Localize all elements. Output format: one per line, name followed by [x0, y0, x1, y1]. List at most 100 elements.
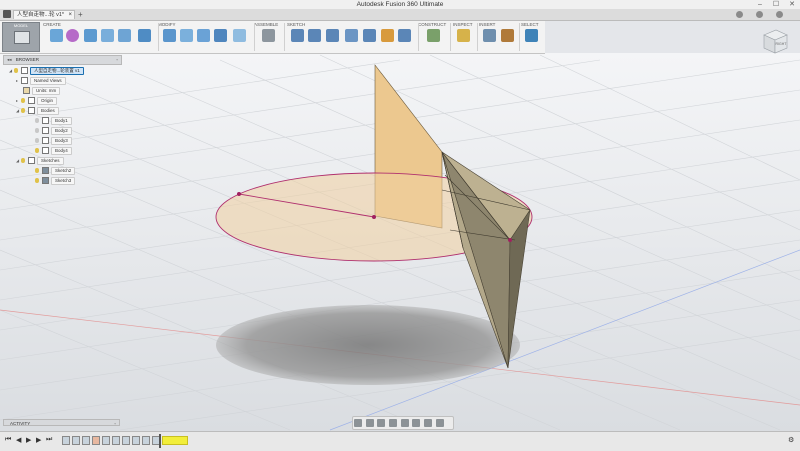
viewports-icon[interactable] [435, 419, 444, 427]
measure-icon[interactable] [457, 29, 470, 42]
joint-icon[interactable] [262, 29, 275, 42]
activity-panel-header[interactable]: ACTIVITY ▫ [3, 419, 120, 426]
browser-item-body1[interactable]: Body1 [35, 117, 72, 125]
chamfer-icon[interactable] [197, 29, 210, 42]
browser-item-sketch2[interactable]: Sketch2 [35, 167, 76, 175]
stop-sketch-icon[interactable] [398, 29, 411, 42]
sketch-dimension-icon[interactable] [381, 29, 394, 42]
viewcube[interactable]: RIGHT [760, 26, 790, 56]
arc-tool-icon[interactable] [308, 29, 321, 42]
orbit-icon[interactable] [354, 419, 362, 427]
browser-root-node[interactable]: ◢ 人型自走物...轮装置 v1 [9, 67, 84, 75]
shell-tool-icon[interactable] [138, 29, 151, 42]
timeline-feature[interactable] [132, 436, 140, 445]
browser-item-named-views[interactable]: ▸ Named Views [16, 77, 66, 85]
construct-plane-icon[interactable] [427, 29, 440, 42]
modify-group-label[interactable]: MODIFY [158, 22, 176, 28]
go-to-start-icon[interactable]: ⏮ [5, 436, 11, 444]
timeline-feature[interactable] [92, 436, 100, 445]
help-icon[interactable] [776, 11, 783, 18]
sketch-point[interactable] [508, 238, 512, 242]
press-pull-icon[interactable] [163, 29, 176, 42]
3d-canvas[interactable] [0, 0, 800, 450]
app-menu-icon[interactable] [3, 10, 11, 18]
step-back-icon[interactable]: ◀ [16, 436, 21, 444]
offset-tool-icon[interactable] [345, 29, 358, 42]
timeline-feature[interactable] [62, 436, 70, 445]
timeline-marker[interactable] [159, 434, 161, 448]
sketch-group-label[interactable]: SKETCH [287, 22, 305, 28]
pan-icon[interactable] [377, 419, 386, 427]
select-icon[interactable] [525, 29, 538, 42]
browser-panel-header[interactable]: ◂◂ BROWSER ▫ [3, 55, 122, 65]
maximize-button[interactable]: ☐ [768, 0, 784, 9]
user-account-icon[interactable] [756, 11, 763, 18]
visibility-bulb-icon[interactable] [21, 108, 25, 114]
browser-pin-icon[interactable]: ▫ [116, 56, 118, 64]
assemble-group-label[interactable]: ASSEMBLE [254, 22, 278, 28]
close-tab-icon[interactable]: × [68, 11, 72, 20]
visibility-bulb-icon[interactable] [21, 158, 25, 164]
browser-item-body4[interactable]: Body4 [35, 147, 72, 155]
go-to-end-icon[interactable]: ⏭ [46, 436, 52, 444]
create-group-label[interactable]: CREATE [43, 22, 61, 28]
browser-item-sketch3[interactable]: Sketch3 [35, 177, 76, 185]
play-icon[interactable]: ▶ [26, 436, 31, 444]
browser-item-origin[interactable]: ▸ Origin [16, 97, 58, 105]
timeline-feature[interactable] [122, 436, 130, 445]
insert-mcmaster-icon[interactable] [501, 29, 514, 42]
fillet-icon[interactable] [180, 29, 193, 42]
visibility-bulb-icon[interactable] [35, 178, 39, 184]
timeline-feature[interactable] [102, 436, 110, 445]
workspace-switcher[interactable]: MODEL [2, 22, 40, 52]
fit-icon[interactable] [400, 419, 409, 427]
visibility-bulb-icon[interactable] [35, 138, 39, 144]
visibility-bulb-icon[interactable] [35, 128, 39, 134]
browser-item-bodies[interactable]: ◢ Bodies [16, 107, 59, 115]
trim-tool-icon[interactable] [326, 29, 339, 42]
sphere-tool-icon[interactable] [66, 29, 79, 42]
sketch-tool-icon[interactable] [50, 29, 63, 42]
timeline-feature[interactable] [82, 436, 90, 445]
timeline-feature[interactable] [112, 436, 120, 445]
close-button[interactable]: ✕ [784, 0, 800, 9]
revolve-tool-icon[interactable] [101, 29, 114, 42]
visibility-bulb-icon[interactable] [35, 148, 39, 154]
activity-pin-icon[interactable]: ▫ [114, 420, 116, 427]
display-settings-icon[interactable] [412, 419, 421, 427]
move-icon[interactable] [214, 29, 227, 42]
select-group-label[interactable]: SELECT [521, 22, 539, 28]
timeline-selected-features[interactable] [162, 436, 188, 445]
timeline-feature[interactable] [142, 436, 150, 445]
notifications-icon[interactable] [736, 11, 743, 18]
browser-collapse-icon[interactable]: ◂◂ [4, 57, 12, 62]
timeline-settings-icon[interactable]: ⚙ [788, 436, 794, 444]
browser-item-body3[interactable]: Body3 [35, 137, 72, 145]
browser-item-body2[interactable]: Body2 [35, 127, 72, 135]
new-tab-button[interactable]: + [78, 9, 83, 20]
visibility-bulb-icon[interactable] [14, 68, 18, 74]
center-point[interactable] [372, 215, 376, 219]
spline-tool-icon[interactable] [363, 29, 376, 42]
timeline-feature[interactable] [72, 436, 80, 445]
step-forward-icon[interactable]: ▶ [36, 436, 41, 444]
insert-image-icon[interactable] [483, 29, 496, 42]
construct-group-label[interactable]: CONSTRUCT [418, 22, 446, 28]
grid-settings-icon[interactable] [424, 419, 433, 427]
extrude-tool-icon[interactable] [84, 29, 97, 42]
zoom-icon[interactable] [389, 419, 398, 427]
browser-item-sketches[interactable]: ◢ Sketches [16, 157, 64, 165]
loft-tool-icon[interactable] [118, 29, 131, 42]
visibility-bulb-icon[interactable] [21, 98, 25, 104]
line-tool-icon[interactable] [291, 29, 304, 42]
visibility-bulb-icon[interactable] [35, 118, 39, 124]
look-at-icon[interactable] [365, 419, 374, 427]
document-tab[interactable]: 人型自走物...轮 v1* × [13, 10, 75, 19]
browser-item-units[interactable]: Units: mm [23, 87, 61, 95]
sketch-point[interactable] [237, 192, 241, 196]
combine-icon[interactable] [233, 29, 246, 42]
visibility-bulb-icon[interactable] [35, 168, 39, 174]
minimize-button[interactable]: – [752, 0, 768, 9]
inspect-group-label[interactable]: INSPECT [453, 22, 473, 28]
insert-group-label[interactable]: INSERT [479, 22, 495, 28]
